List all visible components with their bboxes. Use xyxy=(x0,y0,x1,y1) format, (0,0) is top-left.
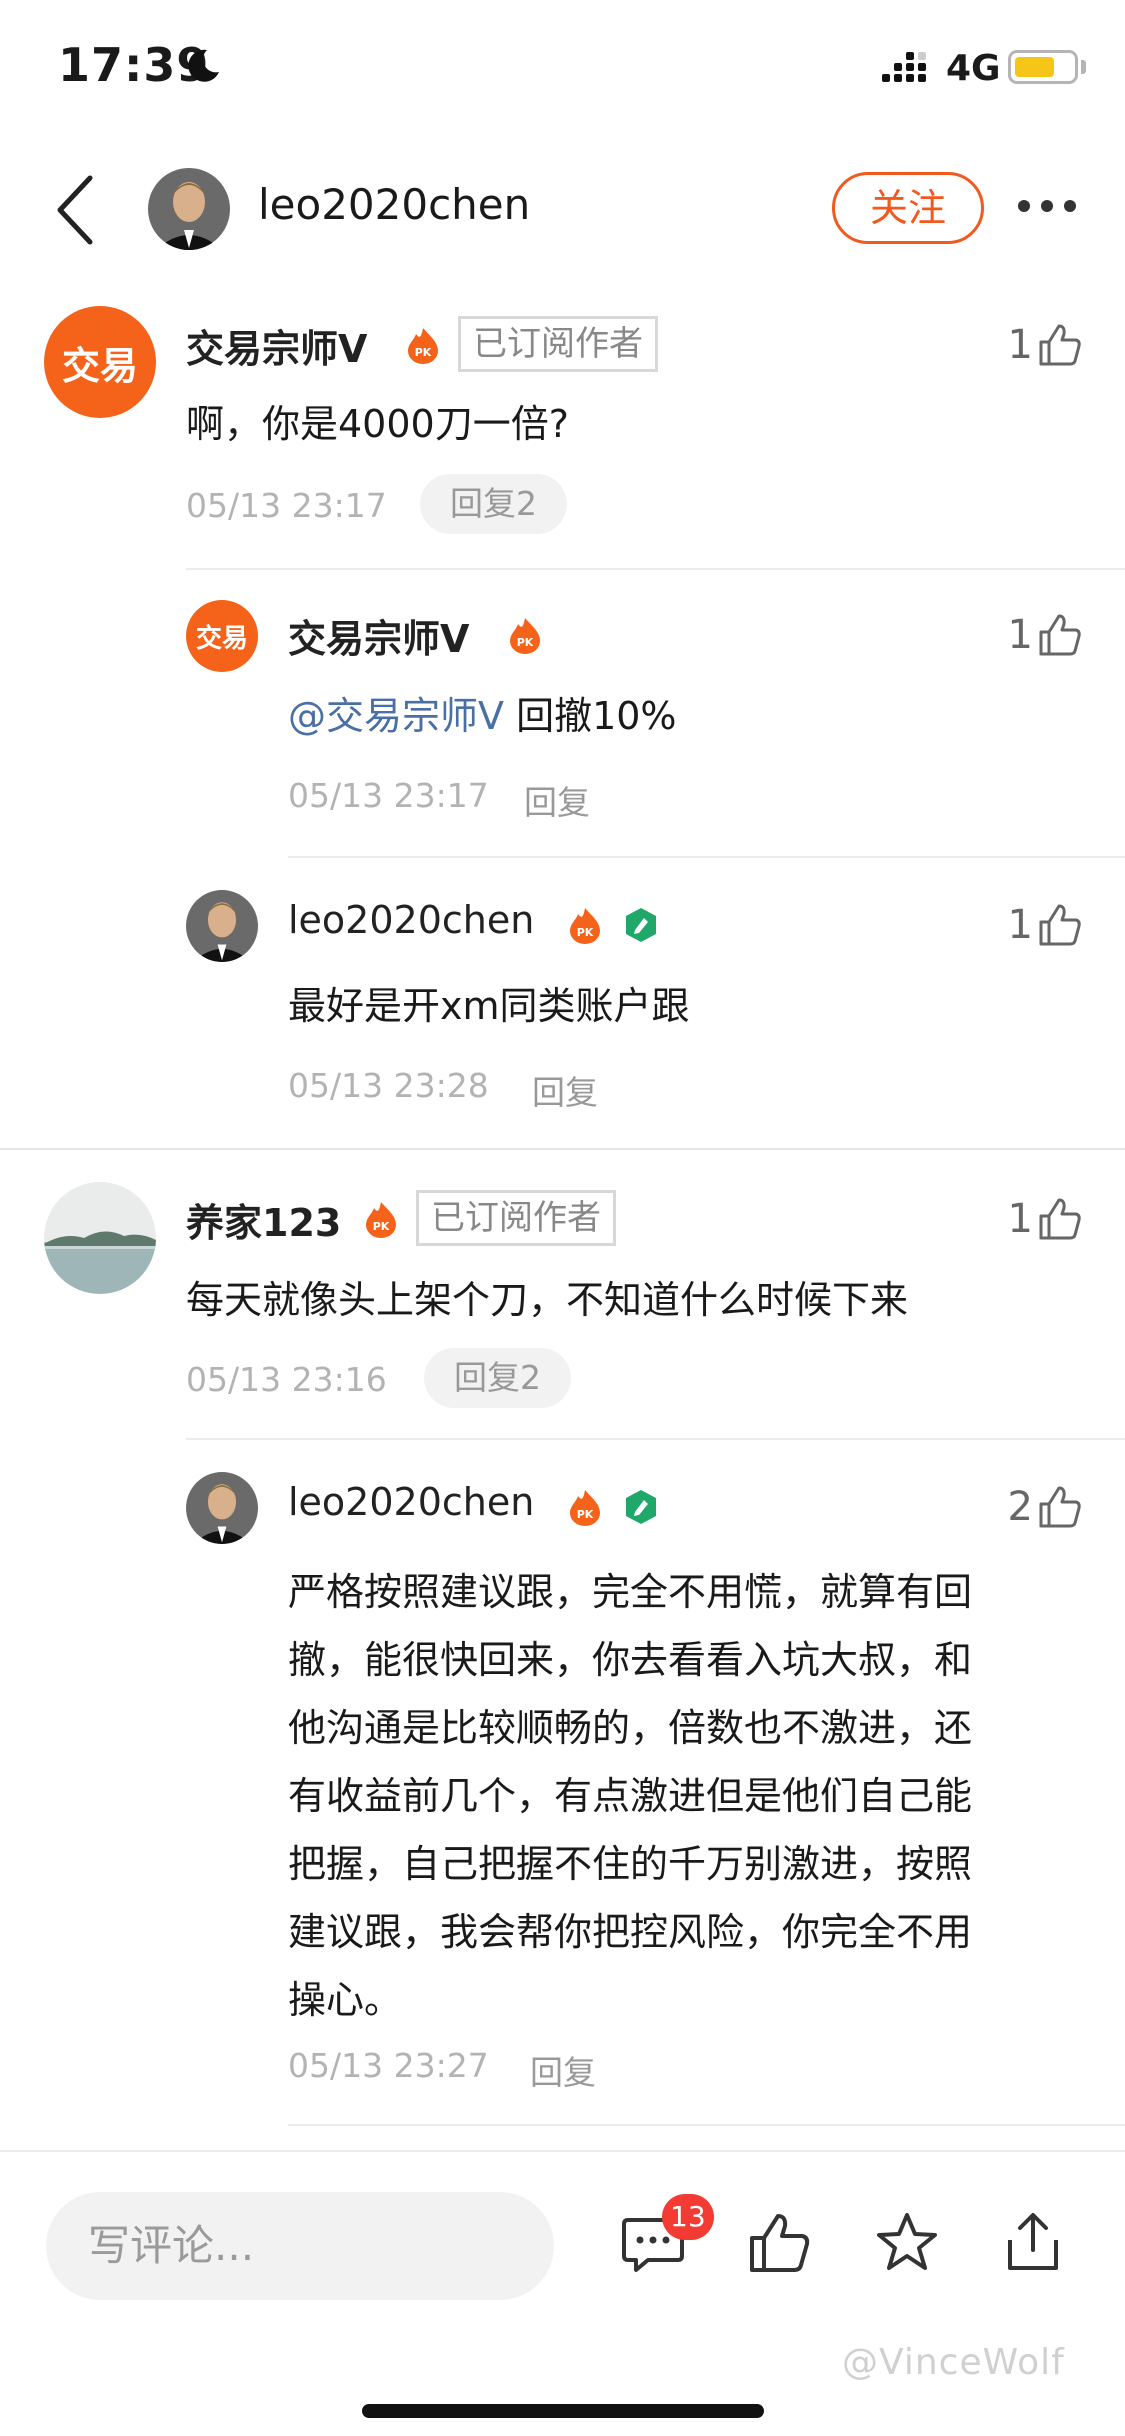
comment-input[interactable]: 写评论... xyxy=(46,2192,554,2300)
thumbs-up-icon xyxy=(1039,1486,1081,1528)
like-button[interactable]: 1 xyxy=(1008,612,1083,658)
comment-text: 啊，你是4000刀一倍? xyxy=(186,402,569,446)
like-count: 2 xyxy=(1007,1484,1033,1530)
like-count: 1 xyxy=(1007,612,1033,658)
comment-author[interactable]: 养家123 xyxy=(186,1192,341,1247)
subscribed-badge: 已订阅作者 xyxy=(458,316,658,372)
avatar[interactable]: 交易 xyxy=(186,600,258,672)
comment-author[interactable]: leo2020chen xyxy=(288,1480,534,1524)
comment-text-body: 回撤10% xyxy=(504,694,677,738)
network-type: 4G xyxy=(946,48,1001,89)
comment-text: 严格按照建议跟，完全不用慌，就算有回 撤，能很快回来，你去看看入坑大叔，和 他沟… xyxy=(288,1558,972,2034)
share-icon[interactable] xyxy=(1000,2210,1066,2276)
avatar[interactable] xyxy=(186,1472,258,1544)
svg-text:PK: PK xyxy=(415,346,432,359)
comment-time: 05/13 23:17 xyxy=(186,486,387,525)
avatar[interactable]: 交易 xyxy=(44,306,156,418)
battery-icon xyxy=(1008,50,1078,84)
pk-badge-icon: PK xyxy=(408,328,438,364)
pk-badge-icon: PK xyxy=(570,908,600,944)
avatar[interactable] xyxy=(44,1182,156,1294)
svg-text:PK: PK xyxy=(577,926,594,939)
thread-divider xyxy=(0,1148,1125,1150)
star-icon[interactable] xyxy=(874,2210,940,2276)
comment-text: 最好是开xm同类账户跟 xyxy=(288,984,690,1028)
moon-icon xyxy=(188,49,219,82)
verified-icon xyxy=(626,908,656,942)
verified-icon xyxy=(626,1490,656,1524)
divider xyxy=(186,568,1125,570)
watermark: @VinceWolf xyxy=(842,2342,1065,2383)
like-button[interactable]: 1 xyxy=(1008,322,1083,368)
comment-line: 有收益前几个，有点激进但是他们自己能 xyxy=(288,1774,973,1818)
comment-time: 05/13 23:27 xyxy=(288,2046,489,2085)
comment-author[interactable]: 交易宗师V xyxy=(288,608,469,663)
comment-line: 建议跟，我会帮你把控风险，你完全不用 xyxy=(288,1910,973,1954)
comment-line: 撤，能很快回来，你去看看入坑大叔，和 xyxy=(288,1638,973,1682)
like-button[interactable]: 2 xyxy=(1008,1484,1083,1530)
more-icon[interactable] xyxy=(1016,198,1078,214)
status-bar: 17:39 4G xyxy=(0,0,1125,140)
top-nav: leo2020chen 关注 xyxy=(0,150,1125,270)
divider xyxy=(186,1438,1125,1440)
comment-time: 05/13 23:28 xyxy=(288,1066,489,1105)
like-count: 1 xyxy=(1007,1196,1033,1242)
like-button[interactable]: 1 xyxy=(1008,902,1083,948)
reply-button[interactable]: 回复 xyxy=(530,2046,596,2094)
signal-icon xyxy=(882,52,926,82)
svg-text:PK: PK xyxy=(577,1508,594,1521)
svg-text:PK: PK xyxy=(373,1220,390,1233)
comment-text: @交易宗师V 回撤10% xyxy=(288,686,677,746)
pk-badge-icon: PK xyxy=(570,1490,600,1526)
author-avatar[interactable] xyxy=(148,168,230,250)
thumbs-up-icon[interactable] xyxy=(746,2210,812,2276)
divider xyxy=(288,2124,1125,2126)
like-count: 1 xyxy=(1007,322,1033,368)
comment-line: 操心。 xyxy=(288,1978,403,2022)
comment-text: 每天就像头上架个刀，不知道什么时候下来 xyxy=(186,1278,909,1322)
comment-time: 05/13 23:16 xyxy=(186,1360,387,1399)
author-name[interactable]: leo2020chen xyxy=(258,180,530,229)
reply-count-button[interactable]: 回复2 xyxy=(420,474,567,534)
thumbs-up-icon xyxy=(1039,904,1081,946)
svg-text:PK: PK xyxy=(517,636,534,649)
home-indicator[interactable] xyxy=(362,2404,764,2418)
comment-line: 严格按照建议跟，完全不用慌，就算有回 xyxy=(288,1570,973,1614)
comment-author[interactable]: 交易宗师V xyxy=(186,318,367,373)
thumbs-up-icon xyxy=(1039,614,1081,656)
like-button[interactable]: 1 xyxy=(1008,1196,1083,1242)
comment-count-badge: 13 xyxy=(662,2194,714,2240)
like-count: 1 xyxy=(1007,902,1033,948)
reply-button[interactable]: 回复 xyxy=(532,1066,598,1114)
pk-badge-icon: PK xyxy=(366,1202,396,1238)
comment-author[interactable]: leo2020chen xyxy=(288,898,534,942)
pk-badge-icon: PK xyxy=(510,618,540,654)
reply-button[interactable]: 回复 xyxy=(524,776,590,824)
reply-count-button[interactable]: 回复2 xyxy=(424,1348,571,1408)
avatar[interactable] xyxy=(186,890,258,962)
subscribed-badge: 已订阅作者 xyxy=(416,1190,616,1246)
comment-line: 他沟通是比较顺畅的，倍数也不激进，还 xyxy=(288,1706,973,1750)
thumbs-up-icon xyxy=(1039,1198,1081,1240)
divider xyxy=(288,856,1125,858)
bottom-toolbar: 写评论... 13 @VinceWolf xyxy=(0,2150,1125,2436)
comment-time: 05/13 23:17 xyxy=(288,776,489,815)
back-icon[interactable] xyxy=(52,172,96,248)
thumbs-up-icon xyxy=(1039,324,1081,366)
comment-line: 把握，自己把握不住的千万别激进，按照 xyxy=(288,1842,973,1886)
follow-button[interactable]: 关注 xyxy=(832,172,984,244)
user-mention[interactable]: @交易宗师V xyxy=(288,694,504,738)
battery-tip xyxy=(1081,60,1086,74)
